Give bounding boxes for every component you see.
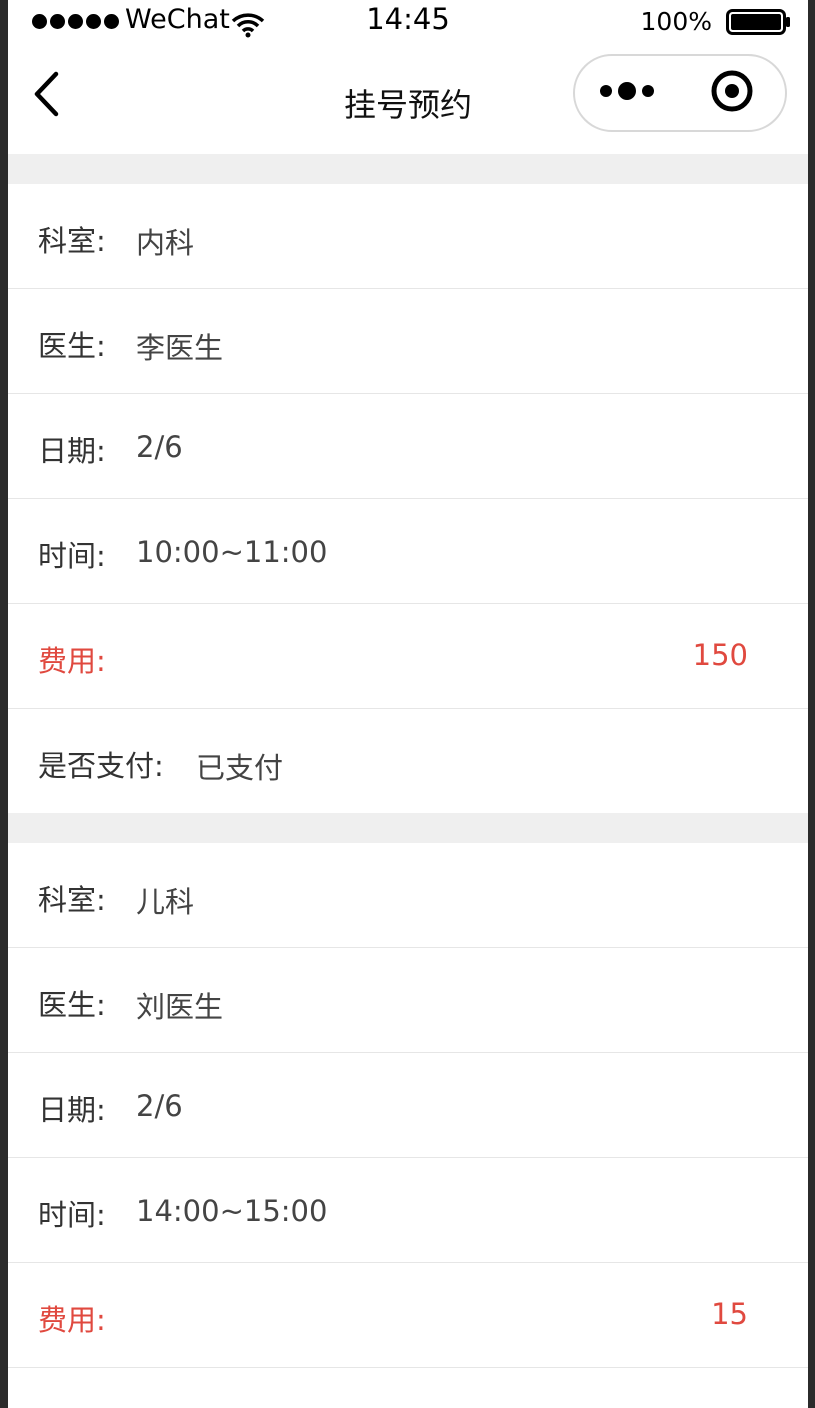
time-row: 时间: 14:00~15:00 [8,1158,808,1263]
date-label: 日期: [38,1093,106,1127]
date-row: 日期: 2/6 [8,1053,808,1158]
doctor-row: 医生: 李医生 [8,289,808,394]
battery-icon [726,9,792,39]
fee-label: 费用: [38,644,106,678]
department-label: 科室: [38,224,106,258]
doctor-label: 医生: [38,988,106,1022]
time-value: 10:00~11:00 [136,535,328,569]
fee-row: 费用: 150 [8,604,808,709]
payment-status-row: 是否支付: 已支付 [8,709,808,813]
date-value: 2/6 [136,430,183,464]
close-mini-program-button[interactable] [679,56,785,130]
doctor-row: 医生: 刘医生 [8,948,808,1053]
department-value: 内科 [136,226,195,260]
status-bar: WeChat 14:45 100% [8,0,808,44]
doctor-label: 医生: [38,329,106,363]
time-label: 时间: [38,539,106,573]
time-row: 时间: 10:00~11:00 [8,499,808,604]
payment-status-row [8,1368,808,1408]
doctor-value: 刘医生 [136,990,224,1024]
fee-label: 费用: [38,1303,106,1337]
more-dots-icon [598,79,658,107]
department-label: 科室: [38,883,106,917]
mini-program-capsule [573,54,787,132]
battery-percentage: 100% [640,7,712,36]
department-value: 儿科 [136,885,195,919]
department-row: 科室: 内科 [8,184,808,289]
fee-value: 150 [692,638,748,672]
more-button[interactable] [575,56,681,130]
fee-row: 费用: 15 [8,1263,808,1368]
section-divider [8,813,808,843]
date-value: 2/6 [136,1089,183,1123]
payment-status-value: 已支付 [196,751,284,785]
target-circle-icon [709,68,755,118]
time-label: 时间: [38,1198,106,1232]
date-row: 日期: 2/6 [8,394,808,499]
time-value: 14:00~15:00 [136,1194,328,1228]
department-row: 科室: 儿科 [8,843,808,948]
appointment-card: 科室: 内科 医生: 李医生 日期: 2/6 时间: 10:00~11:00 费… [8,184,808,813]
navigation-bar: 挂号预约 [8,44,808,154]
section-divider [8,154,808,184]
phone-screen: WeChat 14:45 100% 挂号预约 科室: 内科 医生: 李医生 日期… [8,0,808,1408]
appointment-card: 科室: 儿科 医生: 刘医生 日期: 2/6 时间: 14:00~15:00 费… [8,843,808,1408]
date-label: 日期: [38,434,106,468]
doctor-value: 李医生 [136,331,224,365]
fee-value: 15 [711,1297,748,1331]
payment-status-label: 是否支付: [38,749,164,783]
